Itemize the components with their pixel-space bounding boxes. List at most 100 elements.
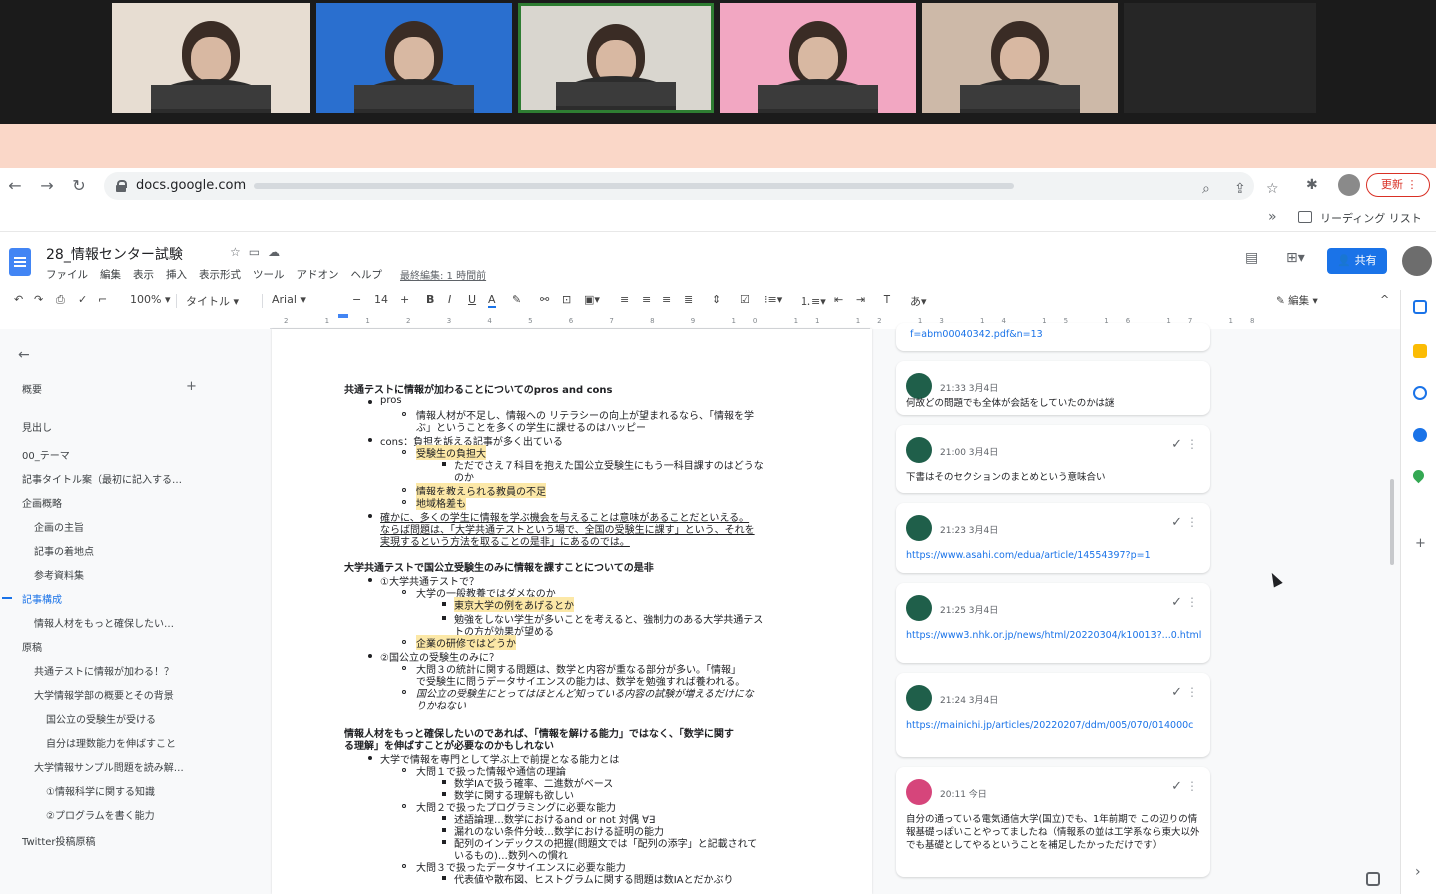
editing-mode-select[interactable]: ✎ 編集 ▾	[1270, 291, 1366, 311]
add-addon-icon[interactable]: +	[1415, 536, 1426, 551]
menu-view[interactable]: 表示	[133, 267, 154, 282]
paint-format-icon[interactable]: ⌐	[98, 293, 107, 306]
present-meet-icon[interactable]: ⊞▾	[1286, 250, 1305, 266]
tasks-icon[interactable]	[1413, 386, 1427, 400]
chevron-right-icon[interactable]: »	[1268, 209, 1277, 225]
reading-list-button[interactable]: リーディング リスト	[1320, 210, 1422, 226]
star-icon[interactable]: ☆	[230, 245, 249, 259]
more-options-icon[interactable]: ⋮	[1186, 685, 1198, 699]
outline-item[interactable]: 企画概略	[22, 495, 62, 510]
add-summary-icon[interactable]: +	[186, 379, 197, 394]
comment-card[interactable]: 21:23 3月4日 ✓ ⋮ https://www.asahi.com/edu…	[896, 503, 1210, 573]
text-color-icon[interactable]: A	[488, 293, 496, 308]
font-size-decrease-icon[interactable]: −	[352, 293, 361, 306]
font-size-increase-icon[interactable]: +	[400, 293, 409, 306]
docs-logo-icon[interactable]	[9, 248, 31, 276]
profile-avatar[interactable]	[1338, 174, 1360, 196]
highlight-icon[interactable]: ✎	[512, 293, 521, 306]
calendar-icon[interactable]	[1413, 300, 1427, 314]
back-arrow-icon[interactable]: ←	[18, 347, 30, 363]
comment-history-icon[interactable]: ▤	[1245, 250, 1258, 266]
reload-icon[interactable]: ↻	[68, 175, 90, 197]
align-left-icon[interactable]: ≡	[620, 293, 629, 306]
comment-card[interactable]: f=abm00040342.pdf&n=13	[896, 323, 1210, 351]
outline-item[interactable]: 記事の着地点	[34, 543, 94, 558]
outline-item[interactable]: 原稿	[22, 639, 42, 654]
outline-item[interactable]: ②プログラムを書く能力	[46, 807, 155, 822]
hide-menus-icon[interactable]: ^	[1380, 293, 1389, 306]
back-arrow-icon[interactable]: ←	[4, 175, 26, 197]
font-size-value[interactable]: 14	[374, 293, 388, 306]
participant-video-5[interactable]	[922, 3, 1118, 113]
keep-icon[interactable]	[1413, 344, 1427, 358]
zoom-select[interactable]: 100% ▾	[130, 293, 170, 306]
comment-card[interactable]: 21:00 3月4日 ✓ ⋮ 下書はそのセクションのまとめという意味合い	[896, 425, 1210, 493]
resolve-check-icon[interactable]: ✓	[1171, 685, 1182, 700]
more-options-icon[interactable]: ⋮	[1186, 595, 1198, 609]
undo-icon[interactable]: ↶	[14, 293, 23, 306]
decrease-indent-icon[interactable]: ⇤	[834, 293, 843, 306]
outline-item[interactable]: 大学情報サンプル問題を読み解…	[34, 759, 184, 774]
comment-card[interactable]: 21:25 3月4日 ✓ ⋮ https://www3.nhk.or.jp/ne…	[896, 583, 1210, 663]
outline-item[interactable]: 大学情報学部の概要とその背景	[34, 687, 174, 702]
last-edit-link[interactable]: 最終編集: 1 時間前	[400, 267, 486, 282]
forward-arrow-icon[interactable]: →	[36, 175, 58, 197]
share-button[interactable]: 👤 共有	[1327, 248, 1387, 274]
print-icon[interactable]: ⎙	[56, 293, 65, 307]
outline-item[interactable]: Twitter投稿原稿	[22, 833, 96, 848]
outline-item[interactable]: 国公立の受験生が受ける	[46, 711, 156, 726]
outline-item[interactable]: 企画の主旨	[34, 519, 84, 534]
comment-card[interactable]: 21:33 3月4日 何故どの問題でも全体が会話をしていたのかは謎	[896, 361, 1210, 415]
outline-item[interactable]: ①情報科学に関する知識	[46, 783, 155, 798]
more-options-icon[interactable]: ⋮	[1186, 437, 1198, 451]
zoom-search-icon[interactable]: ⌕	[1202, 181, 1210, 197]
move-folder-icon[interactable]: ▭	[249, 245, 268, 259]
numbered-list-icon[interactable]: ⒈≡▾	[800, 293, 826, 309]
more-options-icon[interactable]: ⋮	[1186, 779, 1198, 793]
expand-panel-icon[interactable]: ›	[1415, 864, 1421, 880]
align-justify-icon[interactable]: ≣	[684, 293, 693, 306]
outline-item[interactable]: 参考資料集	[34, 567, 84, 582]
menu-help[interactable]: ヘルプ	[351, 267, 383, 282]
font-select[interactable]: Arial ▾	[272, 293, 306, 306]
bold-icon[interactable]: B	[426, 293, 434, 306]
outline-item[interactable]: 00_テーマ	[22, 447, 70, 462]
outline-item[interactable]: 記事タイトル案（最初に記入する…	[22, 471, 182, 486]
document-title[interactable]: 28_情報センター試験	[46, 244, 183, 264]
menu-addons[interactable]: アドオン	[297, 267, 339, 282]
resolve-check-icon[interactable]: ✓	[1171, 779, 1182, 794]
comment-link[interactable]: https://www3.nhk.or.jp/news/html/2022030…	[906, 629, 1202, 642]
bulleted-list-icon[interactable]: ⁝≡▾	[764, 293, 782, 306]
horizontal-ruler[interactable]: 2 1 1 2 3 4 5 6 7 8 9 10 11 12 13 14 15 …	[270, 313, 1254, 329]
outline-item-active[interactable]: 記事構成	[22, 591, 62, 606]
style-select[interactable]: タイトル ▾	[186, 293, 239, 309]
increase-indent-icon[interactable]: ⇥	[856, 293, 865, 306]
italic-icon[interactable]: I	[448, 293, 451, 306]
insert-image-icon[interactable]: ▣▾	[584, 293, 600, 306]
comment-link[interactable]: https://www.asahi.com/edua/article/14554…	[906, 549, 1202, 562]
participant-video-1[interactable]	[112, 3, 310, 113]
menu-format[interactable]: 表示形式	[199, 267, 241, 282]
update-button[interactable]: 更新 ⋮	[1366, 173, 1430, 197]
add-comment-icon[interactable]: ⊡	[562, 293, 571, 306]
resolve-check-icon[interactable]: ✓	[1171, 595, 1182, 610]
vertical-scrollbar[interactable]	[1390, 479, 1394, 565]
participant-video-4[interactable]	[720, 3, 916, 113]
explore-icon[interactable]	[1366, 872, 1380, 886]
outline-item[interactable]: 自分は理数能力を伸ばすこと	[46, 735, 176, 750]
clear-formatting-icon[interactable]: Ꭲ	[884, 293, 891, 307]
share-page-icon[interactable]: ⇪	[1234, 181, 1246, 197]
comment-card[interactable]: 20:11 今日 ✓ ⋮ 自分の通っている電気通信大学(国立)でも、1年前期で …	[896, 767, 1210, 877]
align-center-icon[interactable]: ≡	[642, 293, 651, 306]
line-spacing-icon[interactable]: ⇕	[712, 293, 721, 306]
comment-link[interactable]: f=abm00040342.pdf&n=13	[910, 329, 1043, 340]
document-page[interactable]: 共通テストに情報が加わることについてのpros and cons pros 情報…	[272, 329, 872, 894]
menu-edit[interactable]: 編集	[100, 267, 121, 282]
participant-video-2[interactable]	[316, 3, 512, 113]
bookmark-star-icon[interactable]: ☆	[1266, 181, 1279, 197]
resolve-check-icon[interactable]: ✓	[1171, 437, 1182, 452]
align-right-icon[interactable]: ≡	[662, 293, 671, 306]
address-bar[interactable]: docs.google.com ⌕ ⇪ ☆	[104, 172, 1279, 200]
menu-insert[interactable]: 挿入	[166, 267, 187, 282]
maps-pin-icon[interactable]	[1410, 467, 1427, 484]
